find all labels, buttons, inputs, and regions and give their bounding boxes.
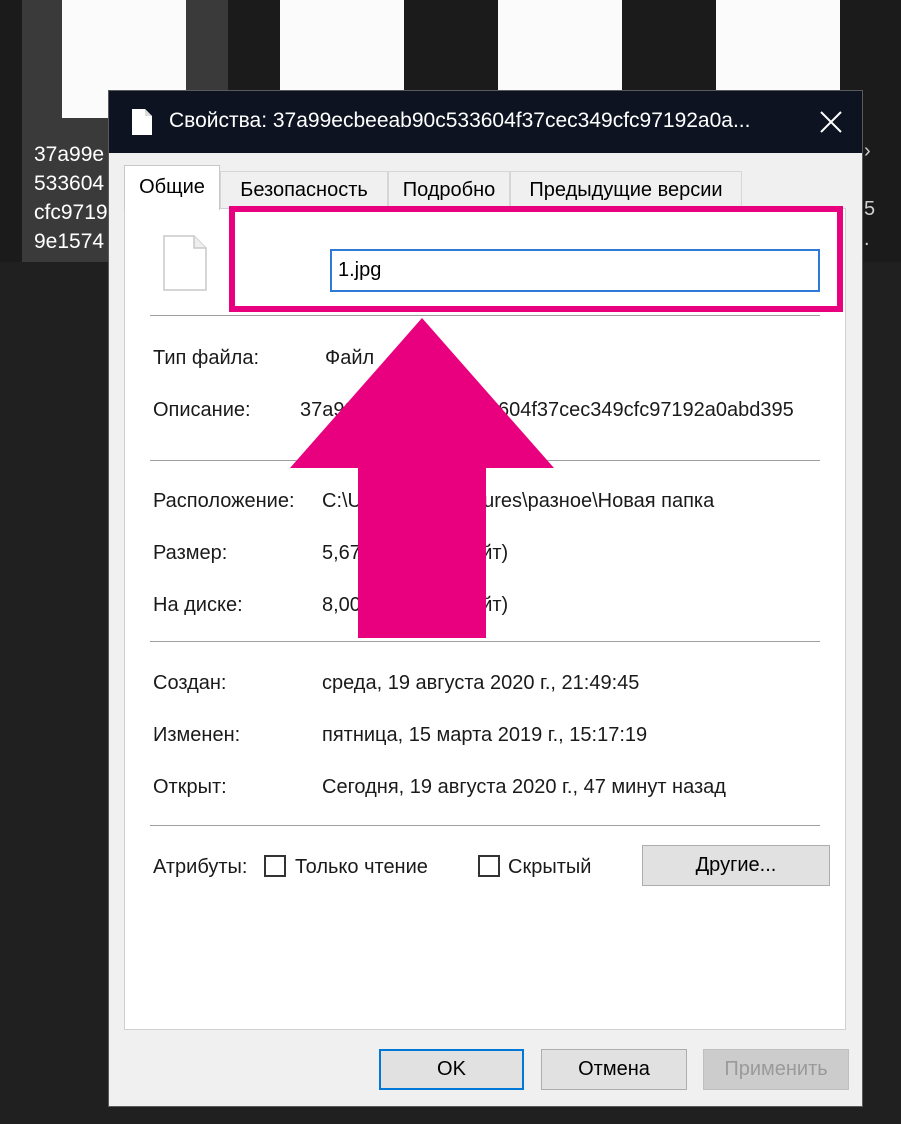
edge-text: .	[864, 228, 870, 250]
general-panel: Тип файла: Файл Описание: 37a99ecbeeab90…	[124, 208, 846, 1030]
file-icon	[131, 108, 153, 141]
edge-text: ›	[864, 140, 871, 162]
apply-button[interactable]: Применить	[703, 1049, 849, 1090]
tab-security[interactable]: Безопасность	[220, 171, 388, 209]
cancel-button[interactable]: Отмена	[541, 1049, 687, 1090]
separator	[150, 825, 820, 826]
selected-file-name: 37a99e 533604 cfc9719 9e1574	[34, 143, 108, 253]
description-label: Описание:	[153, 399, 251, 421]
window-title: Свойства: 37a99ecbeeab90c533604f37cec349…	[169, 109, 751, 132]
tab-previous-versions[interactable]: Предыдущие версии	[510, 171, 742, 209]
edge-text: 5	[864, 198, 876, 220]
separator	[150, 641, 820, 642]
disk-size-value: 8,00 КБ (8 192 байт)	[322, 594, 509, 616]
separator	[150, 460, 820, 461]
opened-value: Сегодня, 19 августа 2020 г., 47 минут на…	[322, 776, 726, 798]
title-bar[interactable]: Свойства: 37a99ecbeeab90c533604f37cec349…	[109, 91, 862, 153]
file-type-label: Тип файла:	[153, 347, 259, 369]
separator	[150, 315, 820, 316]
file-type-icon	[162, 234, 208, 297]
advanced-attributes-button[interactable]: Другие...	[642, 845, 830, 886]
close-icon	[820, 111, 842, 133]
created-label: Создан:	[153, 672, 227, 694]
readonly-label[interactable]: Только чтение	[295, 856, 428, 879]
modified-value: пятница, 15 марта 2019 г., 15:17:19	[322, 724, 648, 746]
disk-size-label: На диске:	[153, 594, 243, 616]
attributes-label: Атрибуты:	[153, 856, 248, 878]
size-value: 5,67 КБ (5 810 байт)	[322, 542, 509, 564]
properties-dialog: Свойства: 37a99ecbeeab90c533604f37cec349…	[108, 90, 863, 1107]
size-label: Размер:	[153, 542, 228, 564]
file-type-value: Файл	[325, 347, 375, 369]
created-value: среда, 19 августа 2020 г., 21:49:45	[322, 672, 640, 694]
file-name-input[interactable]	[330, 249, 820, 292]
modified-label: Изменен:	[153, 724, 241, 746]
hidden-checkbox[interactable]	[478, 855, 500, 877]
location-value: C:\Users\user\Pictures\разное\Новая папк…	[322, 490, 715, 512]
tab-details[interactable]: Подробно	[388, 171, 510, 209]
hidden-label[interactable]: Скрытый	[508, 856, 591, 879]
readonly-checkbox[interactable]	[264, 855, 286, 877]
opened-label: Открыт:	[153, 776, 227, 798]
ok-button[interactable]: OK	[379, 1049, 524, 1090]
close-button[interactable]	[800, 91, 862, 153]
tab-general[interactable]: Общие	[124, 165, 220, 210]
description-value: 37a99ecbeeab90c533604f37cec349cfc97192a0…	[300, 399, 794, 421]
location-label: Расположение:	[153, 490, 295, 512]
